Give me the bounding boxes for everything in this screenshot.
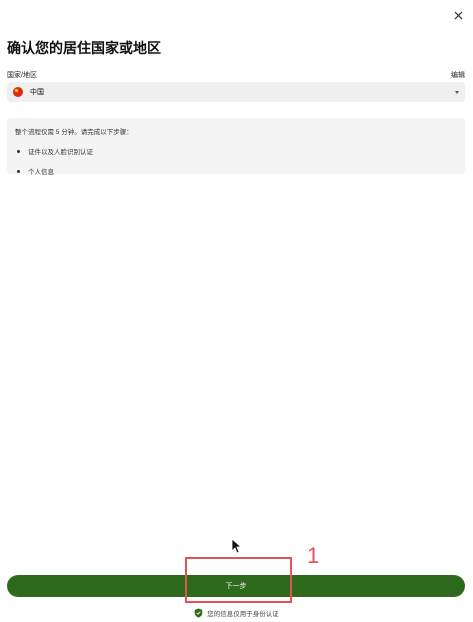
list-item: 证件以及人脸识别认证: [15, 146, 457, 156]
edit-link[interactable]: 编辑: [451, 70, 465, 80]
privacy-note-text: 您的信息仅用于身份认证: [207, 611, 279, 618]
list-item: 个人信息: [15, 166, 457, 176]
country-select[interactable]: 中国: [7, 82, 465, 102]
info-intro: 整个流程仅需 5 分钟。请完成以下步骤：: [15, 129, 133, 136]
shield-check-icon: [194, 608, 203, 618]
bullet-icon: [17, 149, 20, 153]
list-item-label: 证件以及人脸识别认证: [28, 149, 93, 156]
chevron-down-icon: [455, 90, 459, 94]
page-title: 确认您的居住国家或地区: [7, 40, 161, 56]
close-icon: [453, 10, 463, 20]
country-selected-value: 中国: [30, 89, 44, 96]
bullet-icon: [17, 169, 20, 173]
privacy-note: 您的信息仅用于身份认证: [0, 608, 473, 618]
annotation-number: 1: [307, 543, 320, 568]
next-button[interactable]: 下一步: [7, 575, 465, 597]
list-item-label: 个人信息: [28, 169, 54, 176]
china-flag-icon: [13, 87, 23, 97]
country-field-label: 国家/地区: [7, 72, 37, 79]
mouse-cursor-icon: [231, 538, 242, 554]
close-button[interactable]: [451, 8, 465, 22]
info-box: 整个流程仅需 5 分钟。请完成以下步骤： 证件以及人脸识别认证 个人信息: [7, 118, 465, 176]
